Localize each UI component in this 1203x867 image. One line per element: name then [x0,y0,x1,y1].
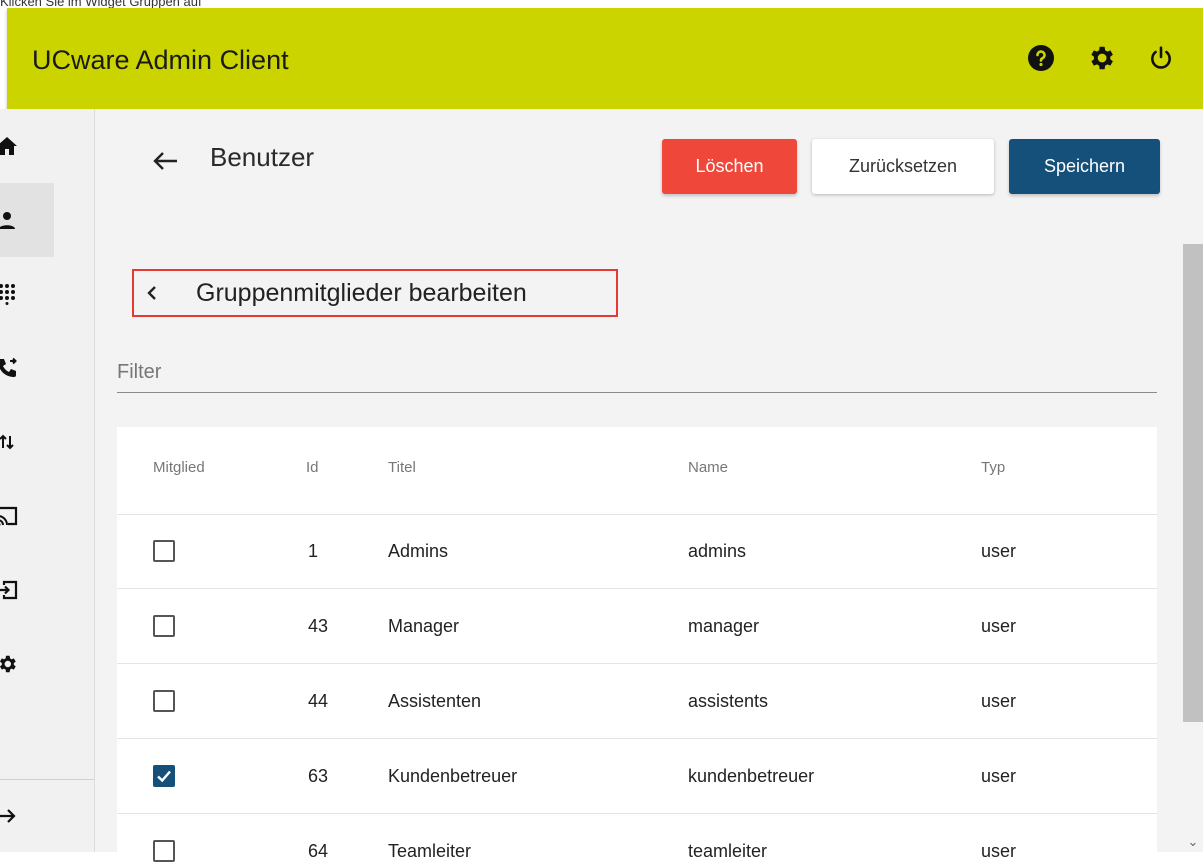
reset-button[interactable]: Zurücksetzen [812,139,994,194]
home-icon [0,136,18,156]
app-title: UCware Admin Client [32,45,289,75]
group-members-section-header[interactable]: Gruppenmitglieder bearbeiten [132,269,618,317]
power-icon[interactable] [1145,42,1177,74]
column-header-title: Titel [388,459,416,476]
help-icon[interactable] [1025,42,1057,74]
transfer-icon [0,433,16,451]
instruction-caption: Klicken Sie im Widget Gruppen auf [0,0,202,9]
call-forward-icon [0,357,18,379]
sidebar-item-home[interactable] [0,109,54,183]
row-id: 44 [308,691,329,711]
row-title: Manager [388,616,460,636]
app-header: UCware Admin Client [7,8,1203,109]
member-checkbox-checked[interactable] [153,765,175,787]
save-button[interactable]: Speichern [1009,139,1160,194]
sidebar-item-call-forwarding[interactable] [0,331,54,405]
sidebar-item-transfer[interactable] [0,405,54,479]
member-checkbox[interactable] [153,690,175,712]
sidebar-item-users[interactable] [0,183,54,257]
scroll-down-icon[interactable]: ⌄ [1183,834,1203,849]
column-header-member: Mitglied [153,459,205,476]
scrollbar-thumb[interactable] [1183,244,1203,722]
sidebar-item-settings[interactable] [0,627,54,701]
sidebar-nav [0,109,95,852]
column-header-type: Typ [981,459,1006,476]
header-actions [1025,42,1177,74]
member-checkbox[interactable] [153,540,175,562]
column-header-name: Name [688,459,729,476]
row-divider [117,588,1157,589]
section-title: Gruppenmitglieder bearbeiten [196,279,527,307]
row-type: user [981,691,1017,711]
page-title: Benutzer [210,142,315,172]
row-id: 63 [308,766,329,786]
row-divider [117,663,1157,664]
row-divider [117,514,1157,515]
row-title: Admins [388,541,449,561]
settings-icon [0,653,18,675]
delete-button[interactable]: Löschen [662,139,797,194]
sidebar-item-cast[interactable] [0,479,54,553]
arrow-left-icon [150,152,180,180]
chevron-left-icon [142,283,162,303]
row-type: user [981,766,1017,786]
user-icon [0,210,17,230]
row-id: 1 [308,541,319,561]
main-content: Benutzer Löschen Zurücksetzen Speichern … [95,109,1203,867]
row-name: kundenbetreuer [688,766,815,786]
row-name: assistents [688,691,769,711]
filter-input[interactable] [117,352,1157,393]
sidebar-item-dialpad[interactable] [0,257,54,331]
members-table: Mitglied Id Titel Name Typ 1 Admins admi… [117,427,1157,867]
row-name: manager [688,616,760,636]
row-divider [117,813,1157,814]
check-icon [155,767,173,785]
row-type: user [981,541,1017,561]
settings-icon[interactable] [1085,42,1117,74]
row-title: Assistenten [388,691,482,711]
cast-icon [0,505,18,527]
login-icon [0,579,18,601]
dialpad-icon [0,283,17,305]
column-header-id: Id [306,459,319,476]
arrow-right-icon [0,807,17,825]
row-id: 43 [308,616,329,636]
row-title: Kundenbetreuer [388,766,518,786]
sidebar-item-login[interactable] [0,553,54,627]
row-name: admins [688,541,747,561]
member-checkbox[interactable] [153,840,175,862]
row-type: user [981,616,1017,636]
row-divider [117,738,1157,739]
sidebar-expand-button[interactable] [0,779,54,853]
back-button[interactable] [150,146,180,176]
member-checkbox[interactable] [153,615,175,637]
